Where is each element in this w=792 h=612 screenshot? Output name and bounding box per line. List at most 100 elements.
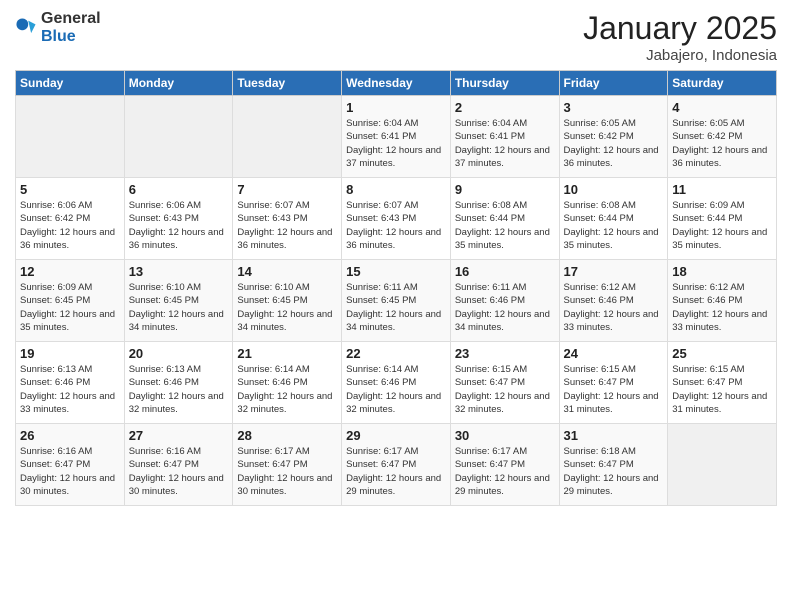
daylight-text: Daylight: 12 hours and 35 minutes. [672,226,772,253]
table-row: 20Sunrise: 6:13 AMSunset: 6:46 PMDayligh… [124,342,233,424]
logo-icon [15,17,37,39]
daylight-text: Daylight: 12 hours and 32 minutes. [346,390,446,417]
sunrise-text: Sunrise: 6:17 AM [455,445,555,458]
weekday-header-row: Sunday Monday Tuesday Wednesday Thursday… [16,71,777,96]
table-row: 2Sunrise: 6:04 AMSunset: 6:41 PMDaylight… [450,96,559,178]
sunset-text: Sunset: 6:47 PM [564,376,664,389]
table-row: 24 Sunrise: 6:15 AMSunset: 6:47 PMDayligh… [559,342,668,424]
sunset-text: Sunset: 6:43 PM [129,212,229,225]
table-row: 1Sunrise: 6:04 AMSunset: 6:41 PMDaylight… [342,96,451,178]
day-number: 10 [564,182,664,197]
sunrise-text: Sunrise: 6:04 AM [346,117,446,130]
day-info: Sunrise: 6:17 AMSunset: 6:47 PMDaylight:… [237,445,337,498]
sunrise-text: Sunrise: 6:13 AM [129,363,229,376]
day-number: 17 [564,264,664,279]
sunset-text: Sunset: 6:46 PM [129,376,229,389]
sunset-text: Sunset: 6:44 PM [672,212,772,225]
day-info: Sunrise: 6:17 AMSunset: 6:47 PMDaylight:… [455,445,555,498]
day-number: 25 [672,346,772,361]
daylight-text: Daylight: 12 hours and 32 minutes. [129,390,229,417]
day-number: 3 [564,100,664,115]
sunrise-text: Sunrise: 6:05 AM [672,117,772,130]
daylight-text: Daylight: 12 hours and 29 minutes. [564,472,664,499]
day-info: Sunrise: 6:04 AMSunset: 6:41 PMDaylight:… [346,117,446,170]
day-number: 26 [20,428,120,443]
sunrise-text: Sunrise: 6:13 AM [20,363,120,376]
day-number: 4 [672,100,772,115]
table-row: 23 Sunrise: 6:15 AMSunset: 6:47 PMDayligh… [450,342,559,424]
day-info: Sunrise: 6:08 AMSunset: 6:44 PMDaylight:… [564,199,664,252]
daylight-text: Daylight: 12 hours and 36 minutes. [129,226,229,253]
sunrise-text: Sunrise: 6:11 AM [455,281,555,294]
table-row: 31Sunrise: 6:18 AMSunset: 6:47 PMDayligh… [559,424,668,506]
day-number: 24 [564,346,664,361]
table-row: 28 Sunrise: 6:17 AMSunset: 6:47 PMDayligh… [233,424,342,506]
calendar-week-row: 5Sunrise: 6:06 AMSunset: 6:42 PMDaylight… [16,178,777,260]
sunset-text: Sunset: 6:44 PM [455,212,555,225]
calendar-table: Sunday Monday Tuesday Wednesday Thursday… [15,70,777,506]
header-sunday: Sunday [16,71,125,96]
sunrise-text: Sunrise: 6:11 AM [346,281,446,294]
location-title: Jabajero, Indonesia [583,47,777,64]
day-number: 18 [672,264,772,279]
day-number: 28 [237,428,337,443]
sunrise-text: Sunrise: 6:16 AM [20,445,120,458]
sunrise-text: Sunrise: 6:17 AM [237,445,337,458]
day-info: Sunrise: 6:07 AMSunset: 6:43 PMDaylight:… [237,199,337,252]
daylight-text: Daylight: 12 hours and 34 minutes. [346,308,446,335]
daylight-text: Daylight: 12 hours and 30 minutes. [129,472,229,499]
day-info: Sunrise: 6:15 AMSunset: 6:47 PMDaylight:… [455,363,555,416]
day-number: 5 [20,182,120,197]
daylight-text: Daylight: 12 hours and 37 minutes. [346,144,446,171]
sunset-text: Sunset: 6:41 PM [346,130,446,143]
sunset-text: Sunset: 6:43 PM [237,212,337,225]
table-row: 21Sunrise: 6:14 AMSunset: 6:46 PMDayligh… [233,342,342,424]
logo: General Blue [15,10,101,46]
sunrise-text: Sunrise: 6:08 AM [564,199,664,212]
daylight-text: Daylight: 12 hours and 36 minutes. [346,226,446,253]
sunset-text: Sunset: 6:43 PM [346,212,446,225]
sunrise-text: Sunrise: 6:10 AM [237,281,337,294]
sunrise-text: Sunrise: 6:04 AM [455,117,555,130]
table-row: 29Sunrise: 6:17 AMSunset: 6:47 PMDayligh… [342,424,451,506]
day-number: 29 [346,428,446,443]
table-row [668,424,777,506]
sunrise-text: Sunrise: 6:17 AM [346,445,446,458]
day-info: Sunrise: 6:15 AMSunset: 6:47 PMDaylight:… [564,363,664,416]
table-row: 9Sunrise: 6:08 AMSunset: 6:44 PMDaylight… [450,178,559,260]
day-info: Sunrise: 6:09 AMSunset: 6:45 PMDaylight:… [20,281,120,334]
table-row [233,96,342,178]
sunrise-text: Sunrise: 6:14 AM [346,363,446,376]
day-info: Sunrise: 6:13 AMSunset: 6:46 PMDaylight:… [20,363,120,416]
day-number: 23 [455,346,555,361]
sunrise-text: Sunrise: 6:06 AM [129,199,229,212]
table-row: 3 Sunrise: 6:05 AMSunset: 6:42 PMDaylight… [559,96,668,178]
daylight-text: Daylight: 12 hours and 35 minutes. [20,308,120,335]
sunset-text: Sunset: 6:46 PM [20,376,120,389]
daylight-text: Daylight: 12 hours and 37 minutes. [455,144,555,171]
sunset-text: Sunset: 6:44 PM [564,212,664,225]
daylight-text: Daylight: 12 hours and 32 minutes. [455,390,555,417]
sunrise-text: Sunrise: 6:18 AM [564,445,664,458]
sunset-text: Sunset: 6:46 PM [564,294,664,307]
sunset-text: Sunset: 6:47 PM [20,458,120,471]
day-info: Sunrise: 6:12 AMSunset: 6:46 PMDaylight:… [564,281,664,334]
sunset-text: Sunset: 6:47 PM [237,458,337,471]
sunrise-text: Sunrise: 6:10 AM [129,281,229,294]
table-row: 12Sunrise: 6:09 AMSunset: 6:45 PMDayligh… [16,260,125,342]
day-info: Sunrise: 6:07 AMSunset: 6:43 PMDaylight:… [346,199,446,252]
day-info: Sunrise: 6:16 AMSunset: 6:47 PMDaylight:… [20,445,120,498]
day-number: 7 [237,182,337,197]
day-info: Sunrise: 6:05 AMSunset: 6:42 PMDaylight:… [564,117,664,170]
daylight-text: Daylight: 12 hours and 36 minutes. [564,144,664,171]
calendar-week-row: 26Sunrise: 6:16 AMSunset: 6:47 PMDayligh… [16,424,777,506]
title-block: January 2025 Jabajero, Indonesia [583,10,777,64]
table-row: 17 Sunrise: 6:12 AMSunset: 6:46 PMDayligh… [559,260,668,342]
table-row: 4Sunrise: 6:05 AMSunset: 6:42 PMDaylight… [668,96,777,178]
day-info: Sunrise: 6:14 AMSunset: 6:46 PMDaylight:… [237,363,337,416]
table-row: 11Sunrise: 6:09 AMSunset: 6:44 PMDayligh… [668,178,777,260]
day-info: Sunrise: 6:16 AMSunset: 6:47 PMDaylight:… [129,445,229,498]
day-info: Sunrise: 6:11 AMSunset: 6:46 PMDaylight:… [455,281,555,334]
daylight-text: Daylight: 12 hours and 33 minutes. [564,308,664,335]
daylight-text: Daylight: 12 hours and 36 minutes. [237,226,337,253]
